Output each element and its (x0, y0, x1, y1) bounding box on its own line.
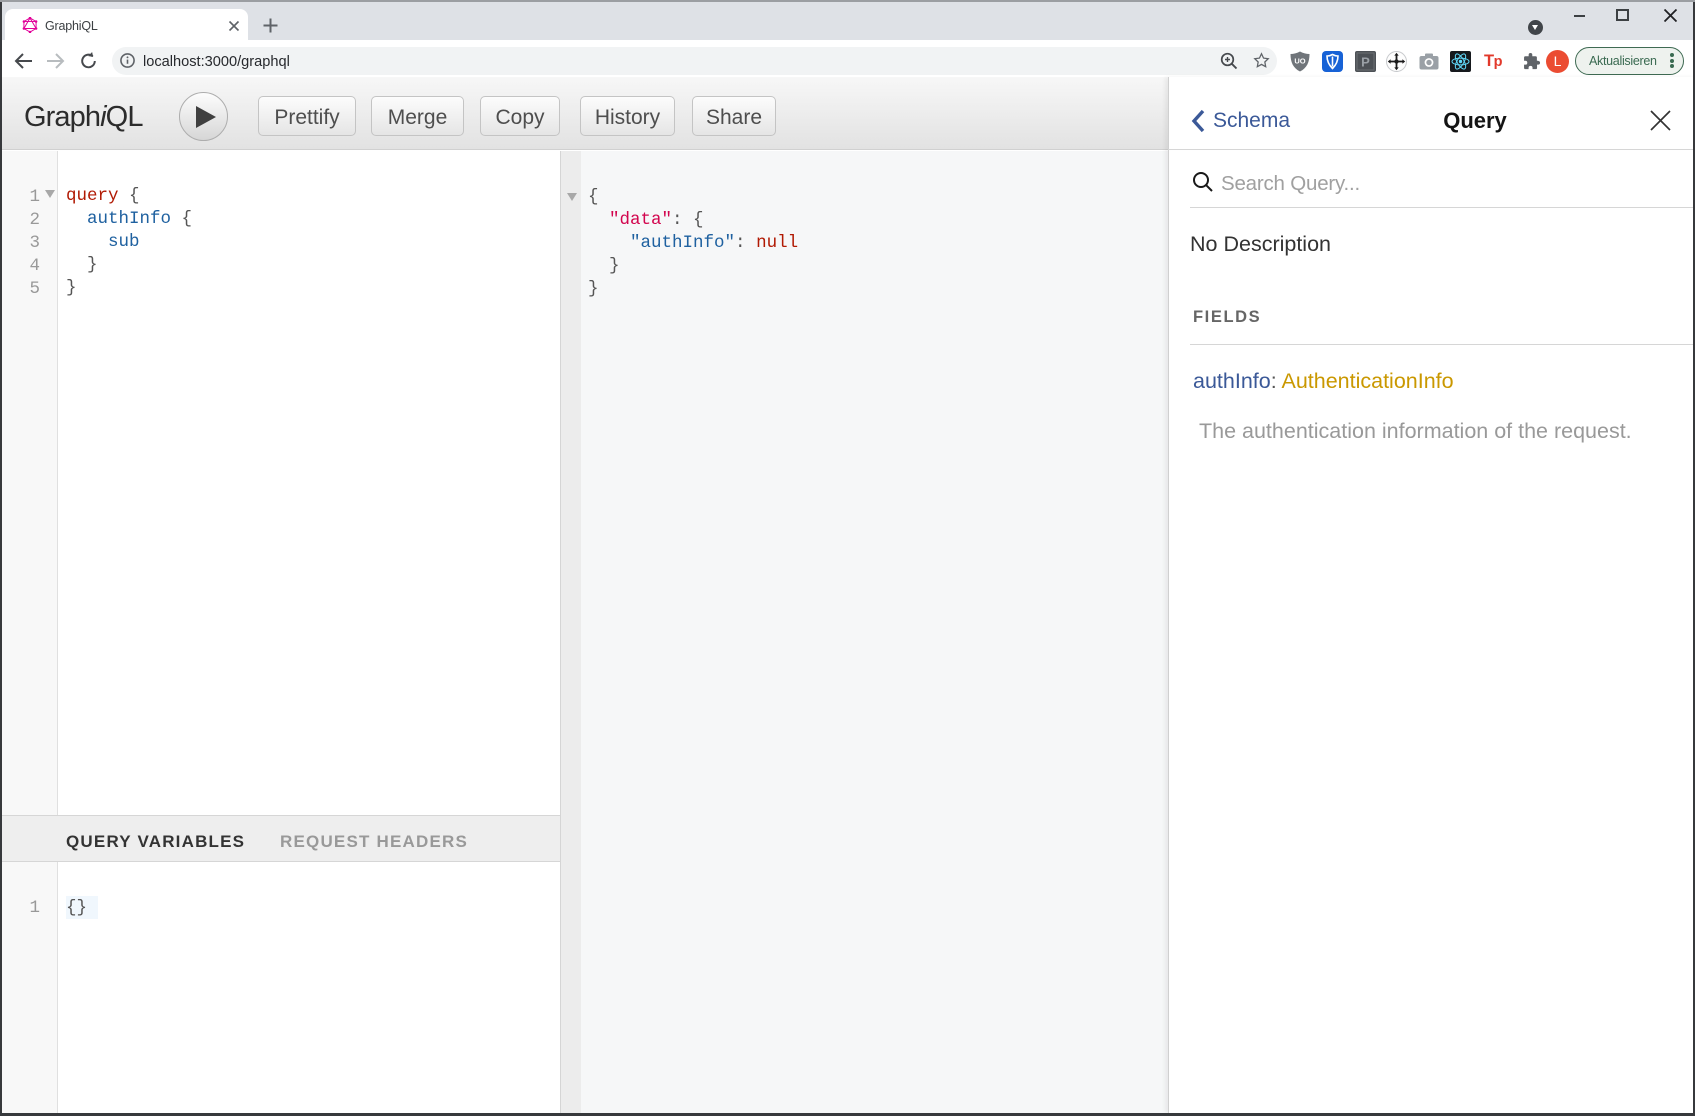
svg-text:P: P (1361, 55, 1370, 70)
svg-text:UO: UO (1294, 57, 1305, 66)
